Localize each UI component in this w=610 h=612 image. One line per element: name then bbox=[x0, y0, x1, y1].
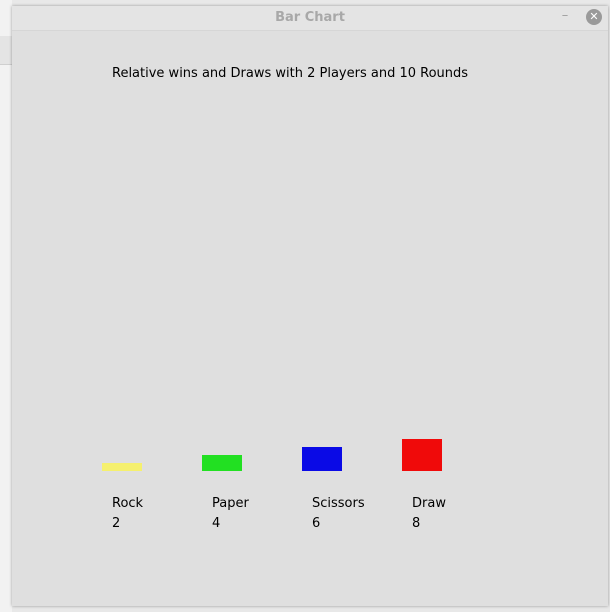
window-title: Bar Chart bbox=[275, 10, 345, 25]
value-label-scissors: 6 bbox=[312, 516, 321, 531]
bar-draw bbox=[402, 439, 442, 471]
chart-area: Relative wins and Draws with 2 Players a… bbox=[12, 30, 608, 606]
chart-title: Relative wins and Draws with 2 Players a… bbox=[112, 66, 469, 81]
category-label-scissors: Scissors bbox=[312, 496, 365, 511]
category-label-draw: Draw bbox=[412, 496, 446, 511]
background-window bbox=[0, 0, 12, 612]
bar-scissors bbox=[302, 447, 342, 471]
category-label-paper: Paper bbox=[212, 496, 249, 511]
bar-paper bbox=[202, 455, 242, 471]
title-bar[interactable]: Bar Chart – ✕ bbox=[12, 6, 608, 31]
bar-chart-window: Bar Chart – ✕ Relative wins and Draws wi… bbox=[12, 6, 608, 606]
value-label-paper: 4 bbox=[212, 516, 221, 531]
bar-rock bbox=[102, 463, 142, 471]
close-button[interactable]: ✕ bbox=[586, 9, 602, 25]
value-label-draw: 8 bbox=[412, 516, 421, 531]
value-label-rock: 2 bbox=[112, 516, 121, 531]
minimize-button[interactable]: – bbox=[556, 8, 574, 26]
category-label-rock: Rock bbox=[112, 496, 144, 511]
background-toolbar bbox=[0, 36, 12, 65]
